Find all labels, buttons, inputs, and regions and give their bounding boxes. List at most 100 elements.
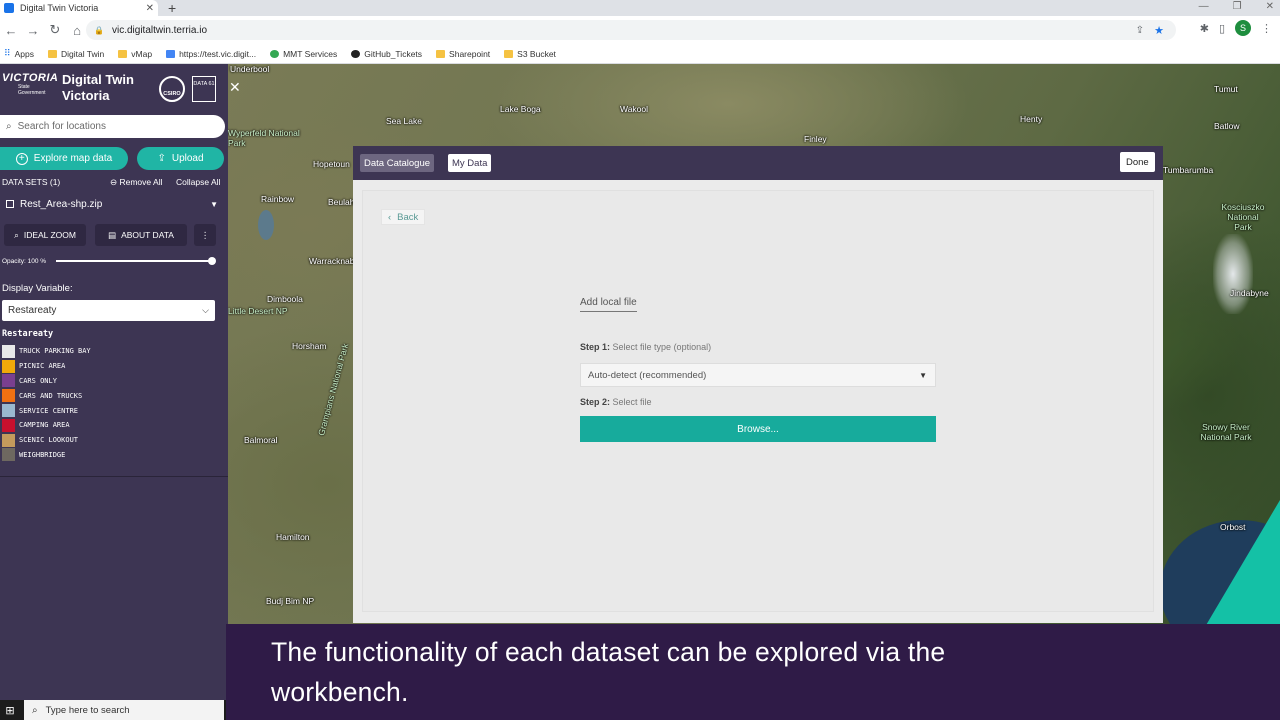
dataset-name: Rest_Area-shp.zip <box>20 198 103 210</box>
close-tab-icon[interactable]: ✕ <box>146 3 154 14</box>
more-options-button[interactable]: ⋮ <box>194 224 216 246</box>
file-type-select[interactable]: Auto-detect (recommended) ▼ <box>580 363 936 387</box>
bookmark-vmap[interactable]: vMap <box>118 49 152 59</box>
browse-button[interactable]: Browse... <box>580 416 936 442</box>
legend-label: SERVICE CENTRE <box>19 406 79 415</box>
explore-map-data-button[interactable]: + Explore map data <box>0 147 128 170</box>
apps-grid-icon: ⠿ <box>4 48 11 58</box>
legend: TRUCK PARKING BAY PICNIC AREA CARS ONLY CAR… <box>2 344 91 462</box>
display-variable-label: Display Variable: <box>2 283 73 294</box>
bookmark-star-icon[interactable]: ★ <box>1154 24 1164 37</box>
page-icon <box>166 49 176 58</box>
plus-circle-icon: + <box>15 152 28 165</box>
display-variable-select[interactable]: Restareaty ⌵ <box>2 300 215 321</box>
lock-icon: 🔒 <box>94 25 104 35</box>
menu-dots-icon[interactable]: ⋮ <box>1261 22 1272 35</box>
map-label: Hamilton <box>276 532 310 542</box>
address-bar[interactable]: 🔒 vic.digitaltwin.terria.io ⇪ ★ <box>86 20 1176 40</box>
search-icon: ⌕ <box>6 121 12 132</box>
location-search-input[interactable]: ⌕ Search for locations <box>0 115 225 138</box>
bookmark-digital-twin[interactable]: Digital Twin <box>47 49 104 59</box>
app-title: Digital Twin Victoria <box>62 72 134 103</box>
windows-start-icon[interactable]: ⊞ <box>0 704 20 717</box>
favicon-icon <box>4 3 14 13</box>
tab-data-catalogue[interactable]: Data Catalogue <box>360 154 435 172</box>
close-icon[interactable]: ✕ <box>229 79 241 96</box>
browser-toolbar: ← → ↻ ⌂ 🔒 vic.digitaltwin.terria.io ⇪ ★ … <box>0 16 1280 44</box>
remove-all-button[interactable]: ⊖ Remove All <box>110 177 162 188</box>
github-icon <box>351 49 361 58</box>
map-label: Grampians National Park <box>316 342 351 437</box>
done-button[interactable]: Done <box>1120 152 1155 172</box>
legend-item: WEIGHBRIDGE <box>2 448 91 463</box>
legend-swatch <box>2 418 15 432</box>
bookmark-s3[interactable]: S3 Bucket <box>504 49 556 59</box>
map-label: Lake Boga <box>500 104 541 114</box>
bookmark-test[interactable]: https://test.vic.digit... <box>166 49 256 59</box>
map-label: Kosciuszko National Park <box>1221 202 1265 232</box>
legend-swatch <box>2 359 15 373</box>
workbench-header: DATA SETS (1) ⊖ Remove All Collapse All <box>0 177 228 189</box>
map-label: Rainbow <box>261 194 295 204</box>
caret-down-icon[interactable]: ▼ <box>210 200 218 209</box>
minimize-icon[interactable]: — <box>1199 0 1209 14</box>
extensions-icon[interactable]: ✱ <box>1200 22 1209 35</box>
opacity-slider[interactable] <box>56 257 216 265</box>
bookmark-apps[interactable]: ⠿ Apps <box>4 48 34 59</box>
browser-tab[interactable]: Digital Twin Victoria ✕ <box>0 0 158 16</box>
opacity-label: Opacity: 100 % <box>2 258 47 265</box>
dataset-count: DATA SETS (1) <box>2 177 61 187</box>
step-2-label: Step 2: Select file <box>580 397 652 407</box>
folder-icon <box>118 49 128 58</box>
chevron-down-icon: ⌵ <box>202 305 209 315</box>
tab-my-data[interactable]: My Data <box>448 154 492 172</box>
about-data-button[interactable]: ▤ ABOUT DATA <box>95 224 187 246</box>
caret-down-icon: ▼ <box>919 370 927 380</box>
add-local-file-heading: Add local file <box>580 297 637 312</box>
back-button[interactable]: ‹ Back <box>381 209 426 225</box>
map-label: Batlow <box>1214 121 1240 131</box>
upload-button[interactable]: ⇪ Upload <box>137 147 224 170</box>
dataset-visibility-checkbox[interactable] <box>6 200 14 208</box>
map-label: Hopetoun <box>313 159 350 169</box>
ideal-zoom-button[interactable]: ⌕ IDEAL ZOOM <box>4 224 86 246</box>
bookmark-mmt[interactable]: MMT Services <box>270 49 337 59</box>
comment-icon: ▤ <box>108 229 117 240</box>
caption-text: The functionality of each dataset can be… <box>271 637 946 707</box>
dataset-item[interactable]: Rest_Area-shp.zip ▼ <box>0 194 228 214</box>
new-tab-button[interactable]: + <box>168 0 176 16</box>
collapse-all-button[interactable]: Collapse All <box>176 177 220 187</box>
map-label: Jindabyne <box>1230 288 1269 298</box>
csiro-logo: CSIRO <box>159 76 185 102</box>
share-icon[interactable]: ⇪ <box>1136 25 1144 36</box>
opacity-slider-handle[interactable] <box>208 257 216 265</box>
victoria-logo: VICTORIA State Government <box>2 72 59 96</box>
menu-dots-icon: ⋮ <box>200 229 210 240</box>
search-icon: ⌕ <box>32 704 38 716</box>
map-label: Sea Lake <box>386 116 422 126</box>
profile-avatar[interactable]: S <box>1235 20 1251 36</box>
sidepanel-icon[interactable]: ▯ <box>1219 22 1225 35</box>
lake-feature <box>258 210 274 240</box>
legend-label: PICNIC AREA <box>19 362 66 371</box>
legend-swatch <box>2 448 15 462</box>
bookmark-github[interactable]: GitHub_Tickets <box>351 49 422 59</box>
map-label: Tumut <box>1214 84 1238 94</box>
search-placeholder: Search for locations <box>17 121 106 132</box>
taskbar-search-input[interactable]: ⌕ Type here to search <box>24 700 224 720</box>
legend-item: CAMPING AREA <box>2 418 91 433</box>
divider <box>0 476 228 477</box>
map-label: Little Desert NP <box>228 306 288 316</box>
map-label: Wakool <box>620 104 649 114</box>
home-icon[interactable]: ⌂ <box>66 23 88 38</box>
close-window-icon[interactable]: ✕ <box>1266 0 1274 14</box>
bookmark-sharepoint[interactable]: Sharepoint <box>436 49 490 59</box>
back-arrow-icon[interactable]: ← <box>0 23 22 38</box>
forward-arrow-icon[interactable]: → <box>22 23 44 38</box>
maximize-icon[interactable]: ❐ <box>1233 0 1242 14</box>
legend-label: SCENIC LOOKOUT <box>19 436 79 445</box>
map-label: Underbool <box>230 64 270 74</box>
tab-title: Digital Twin Victoria <box>20 3 99 13</box>
add-data-pane <box>362 190 1154 612</box>
reload-icon[interactable]: ↻ <box>44 22 66 38</box>
